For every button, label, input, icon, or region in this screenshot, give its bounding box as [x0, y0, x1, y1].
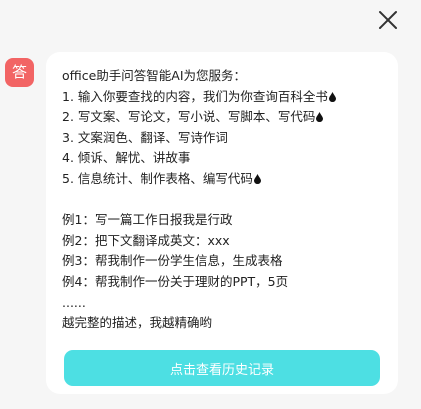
service-item: 5. 信息统计、制作表格、编写代码	[62, 169, 384, 190]
close-button[interactable]	[376, 8, 400, 32]
closing-text: 越完整的描述，我越精确哟	[62, 315, 213, 331]
service-item-text: 5. 信息统计、制作表格、编写代码	[62, 170, 253, 186]
service-item-text: 2. 写文案、写论文，写小说、写脚本、写代码	[62, 109, 316, 125]
service-item: 4. 倾诉、解忧、讲故事	[62, 148, 384, 169]
example-item: 例1：写一篇工作日报我是行政	[62, 212, 233, 228]
view-history-button[interactable]: 点击查看历史记录	[64, 350, 380, 386]
service-item: 3. 文案润色、翻译、写诗作词	[62, 128, 384, 149]
service-item: 1. 输入你要查找的内容，我们为你查询百科全书	[62, 87, 384, 108]
example-item: 例2：把下文翻译成英文：xxx	[62, 232, 230, 248]
answer-message-bubble: office助手问答智能AI为您服务： 1. 输入你要查找的内容，我们为你查询百…	[46, 52, 398, 394]
drop-icon	[328, 91, 336, 102]
drop-icon	[316, 112, 324, 123]
example-item: 例3：帮我制作一份学生信息，生成表格	[62, 253, 283, 269]
intro-text: office助手问答智能AI为您服务：	[62, 68, 247, 83]
close-icon	[379, 11, 397, 29]
service-item-text: 4. 倾诉、解忧、讲故事	[62, 150, 191, 166]
drop-icon	[253, 173, 261, 184]
service-item-text: 1. 输入你要查找的内容，我们为你查询百科全书	[62, 88, 328, 104]
ellipsis-text: ......	[62, 294, 86, 310]
service-item-text: 3. 文案润色、翻译、写诗作词	[62, 129, 228, 145]
service-item: 2. 写文案、写论文，写小说、写脚本、写代码	[62, 107, 384, 128]
answer-avatar: 答	[5, 58, 34, 87]
example-item: 例4：帮我制作一份关于理财的PPT，5页	[62, 273, 289, 289]
